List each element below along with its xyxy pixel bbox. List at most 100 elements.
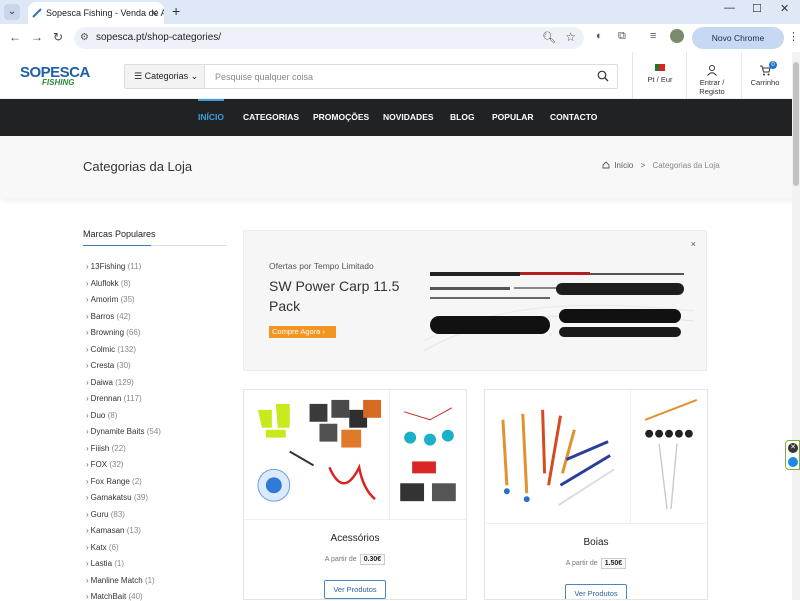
site-logo[interactable]: SOPESCA FISHING	[20, 64, 90, 88]
brand-item[interactable]: › Daiwa (129)	[86, 378, 134, 387]
account-label: Entrar / Registo	[699, 78, 725, 96]
minimize-icon[interactable]: —	[724, 2, 735, 14]
brand-count: (42)	[116, 311, 131, 321]
price-prefix: A partir de	[324, 556, 357, 563]
profile-avatar[interactable]	[670, 29, 684, 43]
brand-item[interactable]: › Cresta (30)	[86, 361, 131, 370]
maximize-icon[interactable]: ☐	[752, 2, 762, 15]
cart-link[interactable]: Carrinho	[748, 64, 782, 87]
widget-chat-icon[interactable]	[788, 457, 798, 467]
search-input[interactable]	[207, 65, 587, 88]
buy-now-button[interactable]: Compre Agora ›	[269, 326, 336, 338]
reload-icon[interactable]: ↻	[53, 30, 63, 44]
page-header: Categorias da Loja Início > Categorias d…	[0, 136, 800, 198]
portugal-flag-icon	[655, 64, 665, 71]
window-close-icon[interactable]: ✕	[780, 2, 789, 15]
brand-item[interactable]: › Aluflokk (8)	[86, 279, 131, 288]
media-icon[interactable]: ≡	[650, 30, 656, 42]
site-info-icon[interactable]: ⚙	[80, 32, 89, 43]
brand-item[interactable]: › Guru (83)	[86, 510, 125, 519]
brand-name: Drennan	[90, 394, 122, 403]
card-title[interactable]: Boias	[485, 537, 707, 548]
chevron-right-icon: ›	[86, 476, 89, 486]
chevron-right-icon: ›	[86, 443, 89, 453]
banner-kicker: Ofertas por Tempo Limitado	[269, 261, 374, 271]
chevron-right-icon: ›	[86, 559, 89, 568]
banner-title: SW Power Carp 11.5 Pack	[269, 278, 400, 314]
category-card-floats[interactable]: Boias A partir de 1.50€ Ver Produtos	[484, 389, 708, 600]
chevron-right-icon: ›	[86, 344, 89, 354]
view-products-button[interactable]: Ver Produtos	[565, 584, 627, 599]
brand-item[interactable]: › Lastia (1)	[86, 559, 124, 568]
back-icon[interactable]: ←	[9, 30, 21, 44]
brand-count: (8)	[107, 410, 118, 420]
nav-contact[interactable]: CONTACTO	[550, 99, 597, 136]
account-link[interactable]: Entrar / Registo	[687, 64, 737, 96]
floats-image	[485, 390, 631, 524]
brand-name: Guru	[90, 509, 109, 519]
float-rig-image	[631, 398, 707, 524]
extension-icon[interactable]: ◐	[596, 30, 603, 42]
brand-item[interactable]: › Duo (8)	[86, 411, 117, 420]
menu-icon[interactable]: ⋮	[788, 30, 799, 43]
search-icon[interactable]	[597, 70, 609, 82]
bookmark-star-icon[interactable]: ☆	[565, 30, 576, 44]
breadcrumb-home[interactable]: Início	[614, 161, 633, 170]
brand-count: (30)	[116, 361, 131, 370]
user-icon	[707, 65, 717, 76]
address-bar[interactable]: ⚙ sopesca.pt/shop-categories/ 🔍︎ ☆	[74, 27, 584, 49]
extensions-puzzle-icon[interactable]: ⧉	[618, 30, 626, 43]
brand-item[interactable]: › Gamakatsu (39)	[86, 493, 148, 502]
chevron-right-icon: ›	[86, 542, 89, 552]
brand-count: (8)	[120, 278, 131, 288]
brand-item[interactable]: › Amorim (35)	[86, 295, 135, 304]
nav-news[interactable]: NOVIDADES	[383, 99, 434, 136]
forward-icon[interactable]: →	[31, 30, 43, 44]
brand-item[interactable]: › Browning (66)	[86, 328, 141, 337]
brand-item[interactable]: › Kamasan (13)	[86, 526, 141, 535]
tab-search-button[interactable]: ⌄	[4, 4, 20, 20]
brand-item[interactable]: › Colmic (132)	[86, 345, 136, 354]
url-text: sopesca.pt/shop-categories/	[96, 32, 222, 43]
brand-item[interactable]: › Fiiish (22)	[86, 444, 126, 453]
category-card-accessories[interactable]: Acessórios A partir de 0.30€ Ver Produtos	[243, 389, 467, 600]
brand-item[interactable]: › Manline Match (1)	[86, 576, 155, 585]
promo-banner[interactable]: × Ofertas por Tempo Limitado SW Power Ca…	[243, 230, 707, 371]
brand-item[interactable]: › FOX (32)	[86, 460, 124, 469]
nav-promotions[interactable]: PROMOÇÕES	[313, 99, 369, 136]
cart-count-badge: 0	[769, 61, 777, 69]
language-currency-selector[interactable]: Pt / Eur	[645, 64, 675, 84]
card-price: A partir de 1.50€	[485, 558, 707, 569]
fishing-rod-pack-image	[424, 272, 694, 352]
nav-blog[interactable]: BLOG	[450, 99, 475, 136]
brand-name: Kamasan	[90, 526, 125, 535]
card-title[interactable]: Acessórios	[244, 533, 466, 544]
view-products-button[interactable]: Ver Produtos	[324, 580, 386, 599]
close-tab-icon[interactable]: ✕	[150, 2, 158, 24]
brand-name: Daiwa	[90, 377, 113, 387]
widget-close-icon[interactable]: ✕	[788, 443, 798, 453]
nav-home[interactable]: INÍCIO	[198, 99, 224, 136]
chevron-right-icon: ›	[86, 377, 89, 387]
brand-item[interactable]: › Barros (42)	[86, 312, 131, 321]
close-icon[interactable]: ×	[691, 239, 696, 249]
chrome-update-button[interactable]: Novo Chrome disponível	[692, 27, 784, 65]
brand-item[interactable]: › Fox Range (2)	[86, 477, 142, 486]
brand-count: (32)	[109, 460, 124, 469]
scrollbar-thumb[interactable]	[793, 62, 799, 186]
brand-name: Dynamite Baits	[90, 427, 145, 436]
brand-item[interactable]: › 13Fishing (11)	[86, 262, 141, 271]
floating-widget[interactable]: ✕	[785, 440, 800, 470]
sidebar-divider	[83, 245, 227, 246]
brand-item[interactable]: › Dynamite Baits (54)	[86, 427, 161, 436]
zoom-icon[interactable]: 🔍︎	[542, 31, 556, 44]
brand-count: (13)	[126, 526, 141, 535]
new-tab-icon[interactable]: +	[172, 3, 180, 19]
chevron-right-icon: ›	[86, 493, 89, 502]
browser-tab[interactable]: Sopesca Fishing - Venda de Art ✕	[28, 2, 164, 24]
nav-popular[interactable]: POPULAR	[492, 99, 534, 136]
brand-item[interactable]: › Drennan (117)	[86, 394, 142, 403]
categories-dropdown[interactable]: ☰ Categorias ⌄	[125, 65, 205, 88]
brand-item[interactable]: › Katx (6)	[86, 543, 119, 552]
nav-categories[interactable]: CATEGORIAS	[243, 99, 299, 136]
